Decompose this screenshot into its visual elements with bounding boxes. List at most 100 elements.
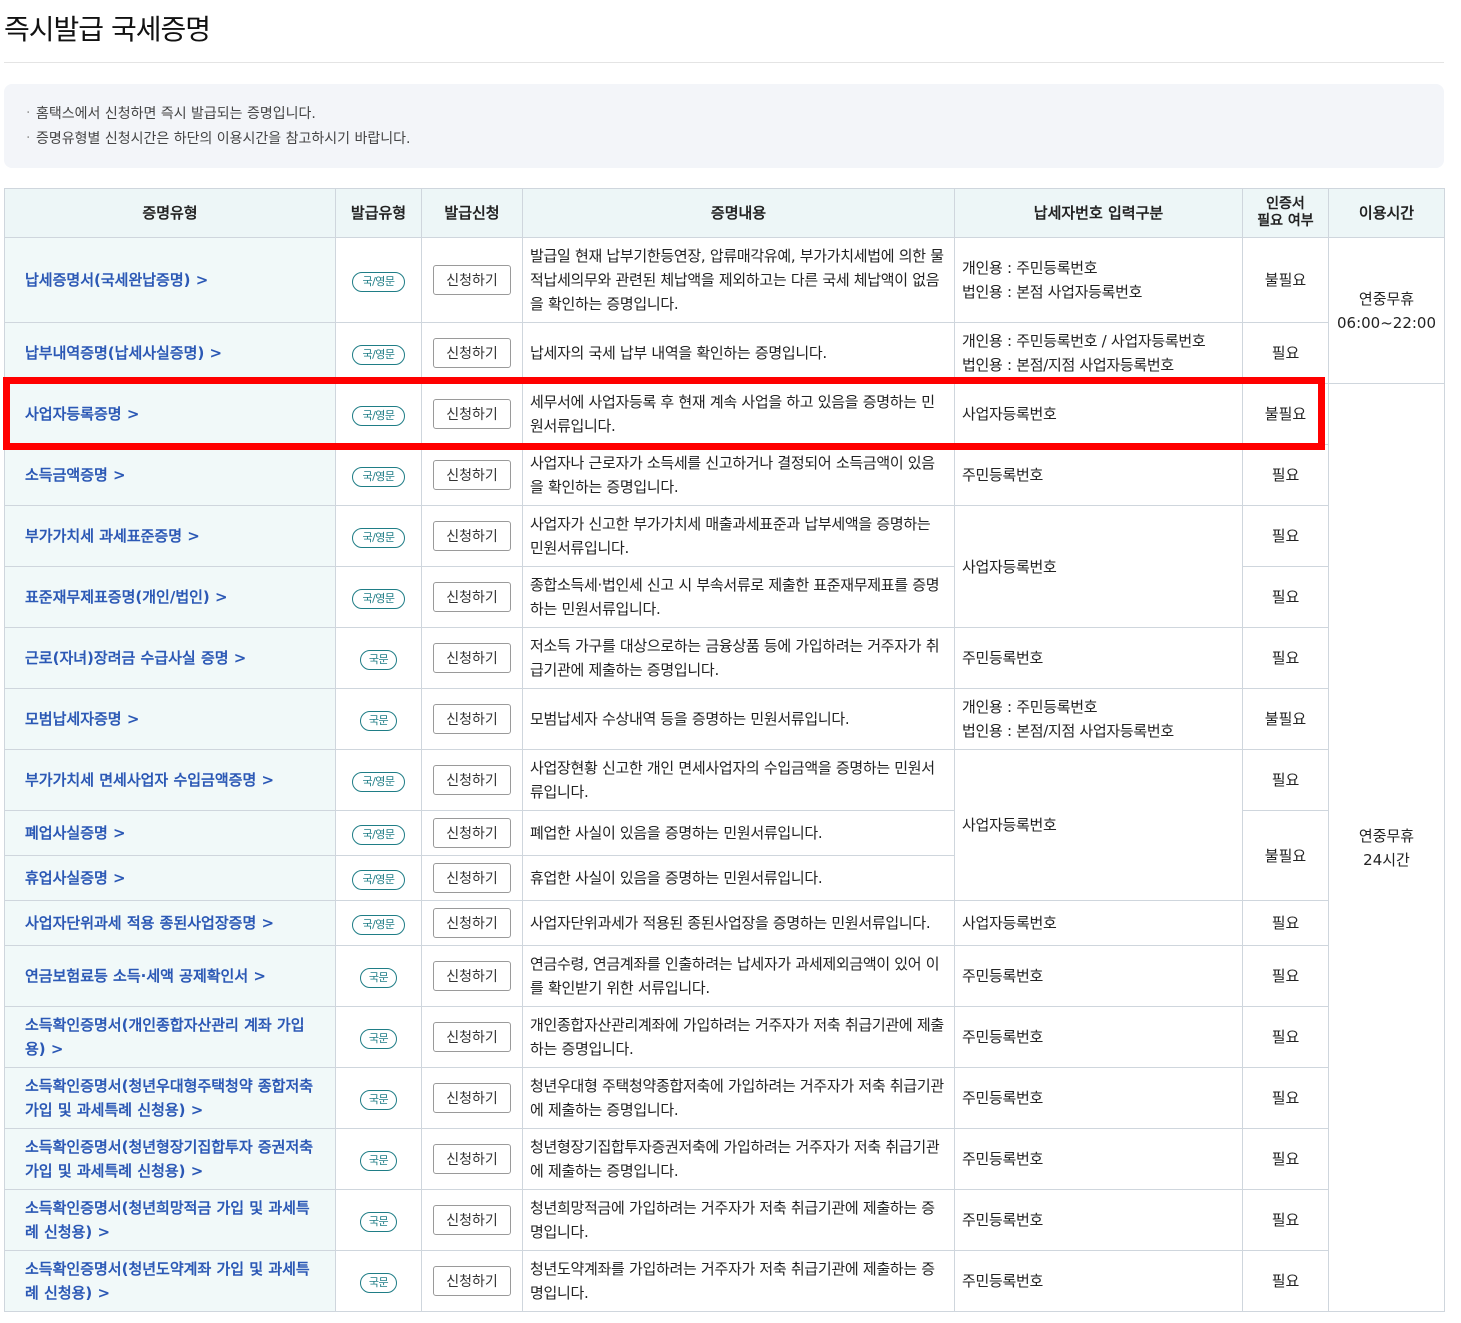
cert-link[interactable]: 사업자단위과세 적용 종된사업장증명 > — [25, 914, 274, 932]
apply-button[interactable]: 신청하기 — [433, 908, 511, 938]
cert-type-cell: 표준재무제표증명(개인/법인) > — [4, 566, 336, 628]
apply-button[interactable]: 신청하기 — [433, 1205, 511, 1235]
apply-cell: 신청하기 — [421, 749, 523, 811]
content-cell: 사업장현황 신고한 개인 면세사업자의 수입금액을 증명하는 민원서류입니다. — [522, 749, 955, 811]
apply-cell: 신청하기 — [421, 237, 523, 323]
language-badge: 국/영문 — [352, 772, 405, 792]
content-cell: 사업자가 신고한 부가가치세 매출과세표준과 납부세액을 증명하는 민원서류입니… — [522, 505, 955, 567]
apply-cell: 신청하기 — [421, 627, 523, 689]
content-cell: 폐업한 사실이 있음을 증명하는 민원서류입니다. — [522, 810, 955, 856]
header-content: 증명내용 — [522, 188, 955, 238]
apply-button[interactable]: 신청하기 — [433, 1083, 511, 1113]
language-badge: 국/영문 — [352, 406, 405, 426]
apply-button[interactable]: 신청하기 — [433, 1266, 511, 1296]
cert-link[interactable]: 폐업사실증명 > — [25, 824, 126, 842]
language-badge: 국문 — [359, 1029, 398, 1049]
cert-link[interactable]: 소득확인증명서(청년형장기집합투자 증권저축 가입 및 과세특례 신청용) > — [25, 1138, 313, 1180]
cert-link[interactable]: 소득확인증명서(청년도약계좌 가입 및 과세특례 신청용) > — [25, 1260, 310, 1302]
cert-link[interactable]: 사업자등록증명 > — [25, 405, 139, 423]
input-type-cell: 사업자등록번호 — [954, 749, 1243, 901]
cert-type-cell: 납세증명서(국세완납증명) > — [4, 237, 336, 323]
issue-type-cell: 국/영문 — [335, 444, 422, 506]
issue-type-cell: 국/영문 — [335, 322, 422, 384]
cert-required-cell: 필요 — [1242, 505, 1329, 567]
input-type-cell: 개인용 : 주민등록번호 / 사업자등록번호 법인용 : 본점/지점 사업자등록번… — [954, 322, 1243, 384]
apply-button[interactable]: 신청하기 — [433, 582, 511, 612]
cert-link[interactable]: 납부내역증명(납세사실증명) > — [25, 344, 222, 362]
cert-type-cell: 휴업사실증명 > — [4, 855, 336, 901]
header-issue-type: 발급유형 — [335, 188, 422, 238]
apply-button[interactable]: 신청하기 — [433, 643, 511, 673]
cert-link[interactable]: 연금보험료등 소득·세액 공제확인서 > — [25, 967, 266, 985]
input-type-cell: 주민등록번호 — [954, 945, 1243, 1007]
content-cell: 종합소득세·법인세 신고 시 부속서류로 제출한 표준재무제표를 증명하는 민원… — [522, 566, 955, 628]
apply-button[interactable]: 신청하기 — [433, 1144, 511, 1174]
cert-link[interactable]: 모범납세자증명 > — [25, 710, 139, 728]
apply-button[interactable]: 신청하기 — [433, 863, 511, 893]
cert-link[interactable]: 소득확인증명서(개인종합자산관리 계좌 가입용) > — [25, 1016, 305, 1058]
cert-type-cell: 부가가치세 면세사업자 수입금액증명 > — [4, 749, 336, 811]
input-type-cell: 주민등록번호 — [954, 1067, 1243, 1129]
input-type-cell: 주민등록번호 — [954, 444, 1243, 506]
table-row: 사업자단위과세 적용 종된사업장증명 > 국/영문 신청하기 사업자단위과세가 … — [4, 900, 1445, 946]
issue-type-cell: 국문 — [335, 1128, 422, 1190]
notice-box: 홈택스에서 신청하면 즉시 발급되는 증명입니다. 증명유형별 신청시간은 하단… — [4, 84, 1444, 168]
content-cell: 사업자나 근로자가 소득세를 신고하거나 결정되어 소득금액이 있음을 확인하는… — [522, 444, 955, 506]
input-line: 법인용 : 본점/지점 사업자등록번호 — [962, 356, 1174, 374]
apply-cell: 신청하기 — [421, 566, 523, 628]
issue-type-cell: 국문 — [335, 1006, 422, 1068]
cert-link[interactable]: 소득확인증명서(청년우대형주택청약 종합저축 가입 및 과세특례 신청용) > — [25, 1077, 313, 1119]
apply-button[interactable]: 신청하기 — [433, 818, 511, 848]
issue-type-cell: 국문 — [335, 627, 422, 689]
cert-link[interactable]: 표준재무제표증명(개인/법인) > — [25, 588, 228, 606]
issue-type-cell: 국문 — [335, 945, 422, 1007]
issue-type-cell: 국/영문 — [335, 855, 422, 901]
apply-cell: 신청하기 — [421, 1250, 523, 1312]
cert-link[interactable]: 근로(자녀)장려금 수급사실 증명 > — [25, 649, 246, 667]
apply-button[interactable]: 신청하기 — [433, 1022, 511, 1052]
cert-link[interactable]: 소득금액증명 > — [25, 466, 126, 484]
language-badge: 국문 — [359, 1151, 398, 1171]
apply-button[interactable]: 신청하기 — [433, 338, 511, 368]
header-apply: 발급신청 — [421, 188, 523, 238]
issue-type-cell: 국/영문 — [335, 237, 422, 323]
table-row: 소득확인증명서(청년희망적금 가입 및 과세특례 신청용) > 국문 신청하기 … — [4, 1189, 1445, 1251]
issue-type-cell: 국/영문 — [335, 383, 422, 445]
language-badge: 국/영문 — [352, 589, 405, 609]
apply-button[interactable]: 신청하기 — [433, 765, 511, 795]
language-badge: 국문 — [359, 1273, 398, 1293]
issue-type-cell: 국/영문 — [335, 900, 422, 946]
table-row: 소득금액증명 > 국/영문 신청하기 사업자나 근로자가 소득세를 신고하거나 … — [4, 444, 1445, 506]
cert-type-cell: 소득확인증명서(청년희망적금 가입 및 과세특례 신청용) > — [4, 1189, 336, 1251]
issue-type-cell: 국/영문 — [335, 505, 422, 567]
cert-required-cell: 필요 — [1242, 1250, 1329, 1312]
content-cell: 청년형장기집합투자증권저축에 가입하려는 거주자가 저축 취급기관에 제출하는 … — [522, 1128, 955, 1190]
language-badge: 국문 — [359, 650, 398, 670]
table-row: 모범납세자증명 > 국문 신청하기 모범납세자 수상내역 등을 증명하는 민원서… — [4, 688, 1445, 750]
cert-link[interactable]: 납세증명서(국세완납증명) > — [25, 271, 208, 289]
apply-cell: 신청하기 — [421, 900, 523, 946]
language-badge: 국/영문 — [352, 272, 405, 292]
apply-button[interactable]: 신청하기 — [433, 704, 511, 734]
apply-button[interactable]: 신청하기 — [433, 265, 511, 295]
apply-button[interactable]: 신청하기 — [433, 521, 511, 551]
header-cert-type: 증명유형 — [4, 188, 336, 238]
table-row: 부가가치세 과세표준증명 > 국/영문 신청하기 사업자가 신고한 부가가치세 … — [4, 505, 1445, 628]
cert-link[interactable]: 부가가치세 면세사업자 수입금액증명 > — [25, 771, 274, 789]
cert-required-cell: 필요 — [1242, 322, 1329, 384]
apply-button[interactable]: 신청하기 — [433, 399, 511, 429]
apply-button[interactable]: 신청하기 — [433, 961, 511, 991]
apply-button[interactable]: 신청하기 — [433, 460, 511, 490]
apply-cell: 신청하기 — [421, 1128, 523, 1190]
content-cell: 납세자의 국세 납부 내역을 확인하는 증명입니다. — [522, 322, 955, 384]
cert-link[interactable]: 휴업사실증명 > — [25, 869, 126, 887]
table-row: 부가가치세 면세사업자 수입금액증명 > 국/영문 신청하기 사업장현황 신고한… — [4, 749, 1445, 901]
issue-type-cell: 국문 — [335, 1189, 422, 1251]
cert-required-cell: 필요 — [1242, 1189, 1329, 1251]
time-line: 연중무휴 — [1358, 289, 1415, 308]
input-type-cell: 개인용 : 주민등록번호 법인용 : 본점 사업자등록번호 — [954, 237, 1243, 323]
cert-link[interactable]: 부가가치세 과세표준증명 > — [25, 527, 200, 545]
content-cell: 저소득 가구를 대상으로하는 금융상품 등에 가입하려는 거주자가 취급기관에 … — [522, 627, 955, 689]
cert-required-cell: 필요 — [1242, 945, 1329, 1007]
cert-link[interactable]: 소득확인증명서(청년희망적금 가입 및 과세특례 신청용) > — [25, 1199, 310, 1241]
